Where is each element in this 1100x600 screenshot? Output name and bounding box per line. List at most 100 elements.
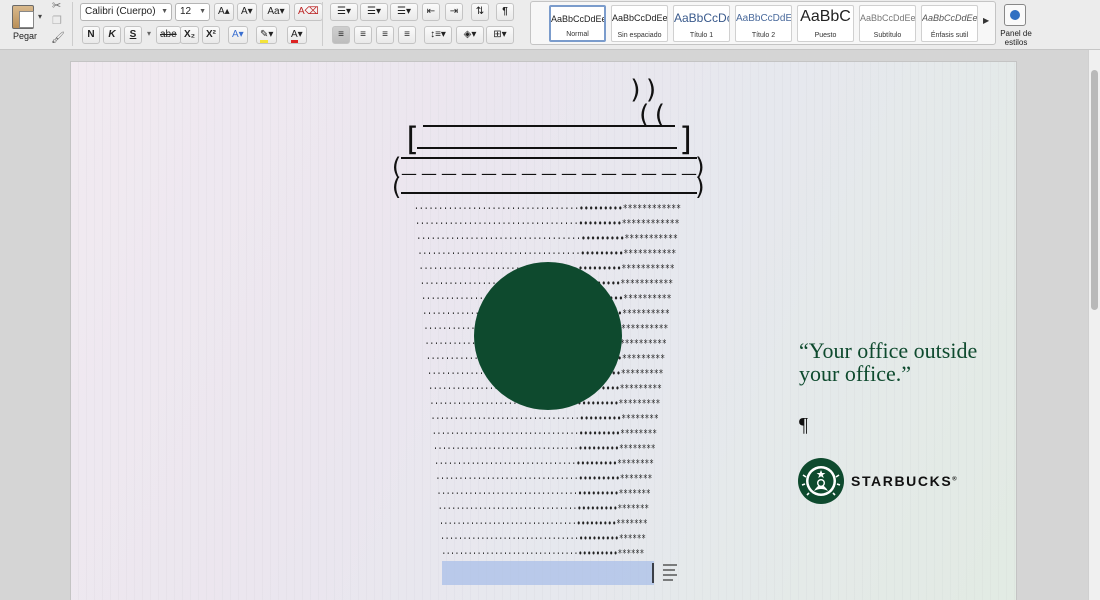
slogan-quote: “Your office outside your office.” xyxy=(799,338,978,386)
text-selection xyxy=(442,561,654,585)
align-left-button[interactable]: ≡ xyxy=(332,26,350,44)
text-effects-button[interactable]: A▾ xyxy=(228,26,248,44)
grow-font-button[interactable]: A▴ xyxy=(214,3,234,21)
bullets-button[interactable]: ☰▾ xyxy=(330,3,358,21)
copy-icon[interactable]: ❐ xyxy=(52,14,62,27)
borders-icon: ⊞▾ xyxy=(493,29,507,40)
brand-wordmark: STARBUCKS® xyxy=(851,473,957,489)
cup-row: ··································••••••… xyxy=(416,232,677,245)
eraser-icon: A⌫ xyxy=(298,6,319,17)
clipboard-icon xyxy=(12,5,34,29)
font-color-icon: A xyxy=(291,29,298,43)
style-titulo-1[interactable]: AaBbCcDc Título 1 xyxy=(673,5,730,42)
cut-icon[interactable]: ✂ xyxy=(52,0,61,12)
document-page[interactable]: )) (( [ ] ( ( ) ) — — — — — — — — — — — … xyxy=(70,61,1017,600)
starbucks-logo-icon xyxy=(798,458,844,504)
separator xyxy=(322,2,323,46)
paste-button[interactable]: ▾ Pegar xyxy=(4,2,46,48)
style-name: Normal xyxy=(566,31,589,38)
font-color-button[interactable]: A▾ xyxy=(287,26,307,44)
ribbon-toolbar: ▾ Pegar ✂ ❐ 🖌 Calibri (Cuerpo) ▼ 12 ▼ A▴ A… xyxy=(0,0,1100,50)
style-name: Puesto xyxy=(814,32,837,39)
multilevel-list-icon: ☰▾ xyxy=(397,6,411,17)
change-case-button[interactable]: Aa▾ xyxy=(262,3,290,21)
sort-icon: ⇅ xyxy=(475,6,485,17)
borders-button[interactable]: ⊞▾ xyxy=(486,26,514,44)
chevron-down-icon: ▼ xyxy=(161,8,168,15)
cup-row: ··································••••••… xyxy=(418,247,677,260)
bold-button[interactable]: N xyxy=(82,26,100,44)
style-name: Título 1 xyxy=(689,32,714,39)
styles-gallery: AaBbCcDdEe Normal AaBbCcDdEe Sin espacia… xyxy=(530,1,996,45)
text-effects-icon: A▾ xyxy=(232,29,244,40)
cup-row: ··································••••••… xyxy=(414,202,681,215)
superscript-button[interactable]: X² xyxy=(202,26,220,44)
multilevel-list-button[interactable]: ☰▾ xyxy=(390,3,418,21)
line-spacing-button[interactable]: ↕≡▾ xyxy=(424,26,452,44)
font-name-value: Calibri (Cuerpo) xyxy=(85,6,156,17)
subscript-button[interactable]: X₂ xyxy=(180,26,200,44)
show-formatting-button[interactable]: ¶ xyxy=(496,3,514,21)
sort-button[interactable]: ⇅ xyxy=(471,3,489,21)
styles-pane-label: Panel de estilos xyxy=(1000,29,1032,47)
brand-name: STARBUCKS xyxy=(851,473,953,489)
clear-format-button[interactable]: A⌫ xyxy=(294,3,323,21)
line-spacing-icon: ↕≡▾ xyxy=(430,29,446,40)
style-normal[interactable]: AaBbCcDdEe Normal xyxy=(549,5,606,42)
format-painter-icon[interactable]: 🖌 xyxy=(51,31,65,44)
style-name: Subtítulo xyxy=(873,32,902,39)
style-titulo-2[interactable]: AaBbCcDdEe Título 2 xyxy=(735,5,792,42)
paragraph-mark: ¶ xyxy=(799,414,809,436)
increase-indent-button[interactable]: ⇥ xyxy=(445,3,463,21)
green-circle xyxy=(474,262,622,410)
chevron-down-icon[interactable]: ▾ xyxy=(147,29,151,38)
style-sample: AaBbCcDdEe xyxy=(551,14,604,24)
shading-button[interactable]: ◈▾ xyxy=(456,26,484,44)
numbered-list-icon: ☰▾ xyxy=(367,6,381,17)
align-center-icon: ≡ xyxy=(360,29,366,40)
shrink-font-button[interactable]: A▾ xyxy=(237,3,257,21)
cup-row: ·······························•••••••••… xyxy=(437,487,651,500)
cup-row: ································••••••••… xyxy=(431,412,659,425)
style-sample: AaBbCcDc xyxy=(674,11,729,25)
style-sample: AaBbCcDdEe xyxy=(612,13,667,23)
justify-button[interactable]: ≡ xyxy=(398,26,416,44)
font-size-select[interactable]: 12 ▼ xyxy=(175,3,210,21)
underline-button[interactable]: S xyxy=(124,26,142,44)
style-puesto[interactable]: AaBbC Puesto xyxy=(797,5,854,42)
numbering-button[interactable]: ☰▾ xyxy=(360,3,388,21)
style-sample: AaBbCcDdEe xyxy=(860,13,915,23)
styles-pane-button[interactable]: Panel de estilos xyxy=(997,2,1035,48)
align-center-button[interactable]: ≡ xyxy=(354,26,372,44)
style-subtitulo[interactable]: AaBbCcDdEe Subtítulo xyxy=(859,5,916,42)
paragraph-marker-icon xyxy=(663,564,677,581)
cup-artwork: )) (( [ ] ( ( ) ) — — — — — — — — — — — … xyxy=(389,75,707,585)
chevron-down-icon[interactable]: ▾ xyxy=(38,12,42,21)
style-enfasis-sutil[interactable]: AaBbCcDdEe Énfasis sutil xyxy=(921,5,978,42)
change-case-icon: Aa▾ xyxy=(267,6,285,17)
scrollbar-thumb[interactable] xyxy=(1091,70,1098,310)
highlight-button[interactable]: ✎▾ xyxy=(256,26,278,44)
paste-label: Pegar xyxy=(12,31,38,41)
separator xyxy=(72,2,73,46)
style-name: Énfasis sutil xyxy=(930,32,969,39)
font-name-select[interactable]: Calibri (Cuerpo) ▼ xyxy=(80,3,172,21)
style-name: Título 2 xyxy=(751,32,776,39)
registered-mark: ® xyxy=(952,476,957,483)
style-name: Sin espaciado xyxy=(617,32,662,39)
font-size-value: 12 xyxy=(180,6,192,17)
chevron-down-icon: ▼ xyxy=(199,8,206,15)
style-sample: AaBbCcDdEe xyxy=(736,13,791,24)
style-sin-espaciado[interactable]: AaBbCcDdEe Sin espaciado xyxy=(611,5,668,42)
starbucks-brand: STARBUCKS® xyxy=(797,457,957,507)
justify-icon: ≡ xyxy=(404,29,410,40)
cup-row: ································••••••••… xyxy=(432,427,657,440)
vertical-scrollbar[interactable] xyxy=(1088,50,1100,600)
italic-button[interactable]: K xyxy=(103,26,121,44)
strikethrough-button[interactable]: abe xyxy=(156,26,181,44)
align-right-button[interactable]: ≡ xyxy=(376,26,394,44)
style-sample: AaBbC xyxy=(800,8,851,25)
decrease-indent-button[interactable]: ⇤ xyxy=(422,3,440,21)
cup-row: ·······························•••••••••… xyxy=(438,502,649,515)
gallery-more-arrow-icon[interactable]: ▶ xyxy=(983,16,989,25)
